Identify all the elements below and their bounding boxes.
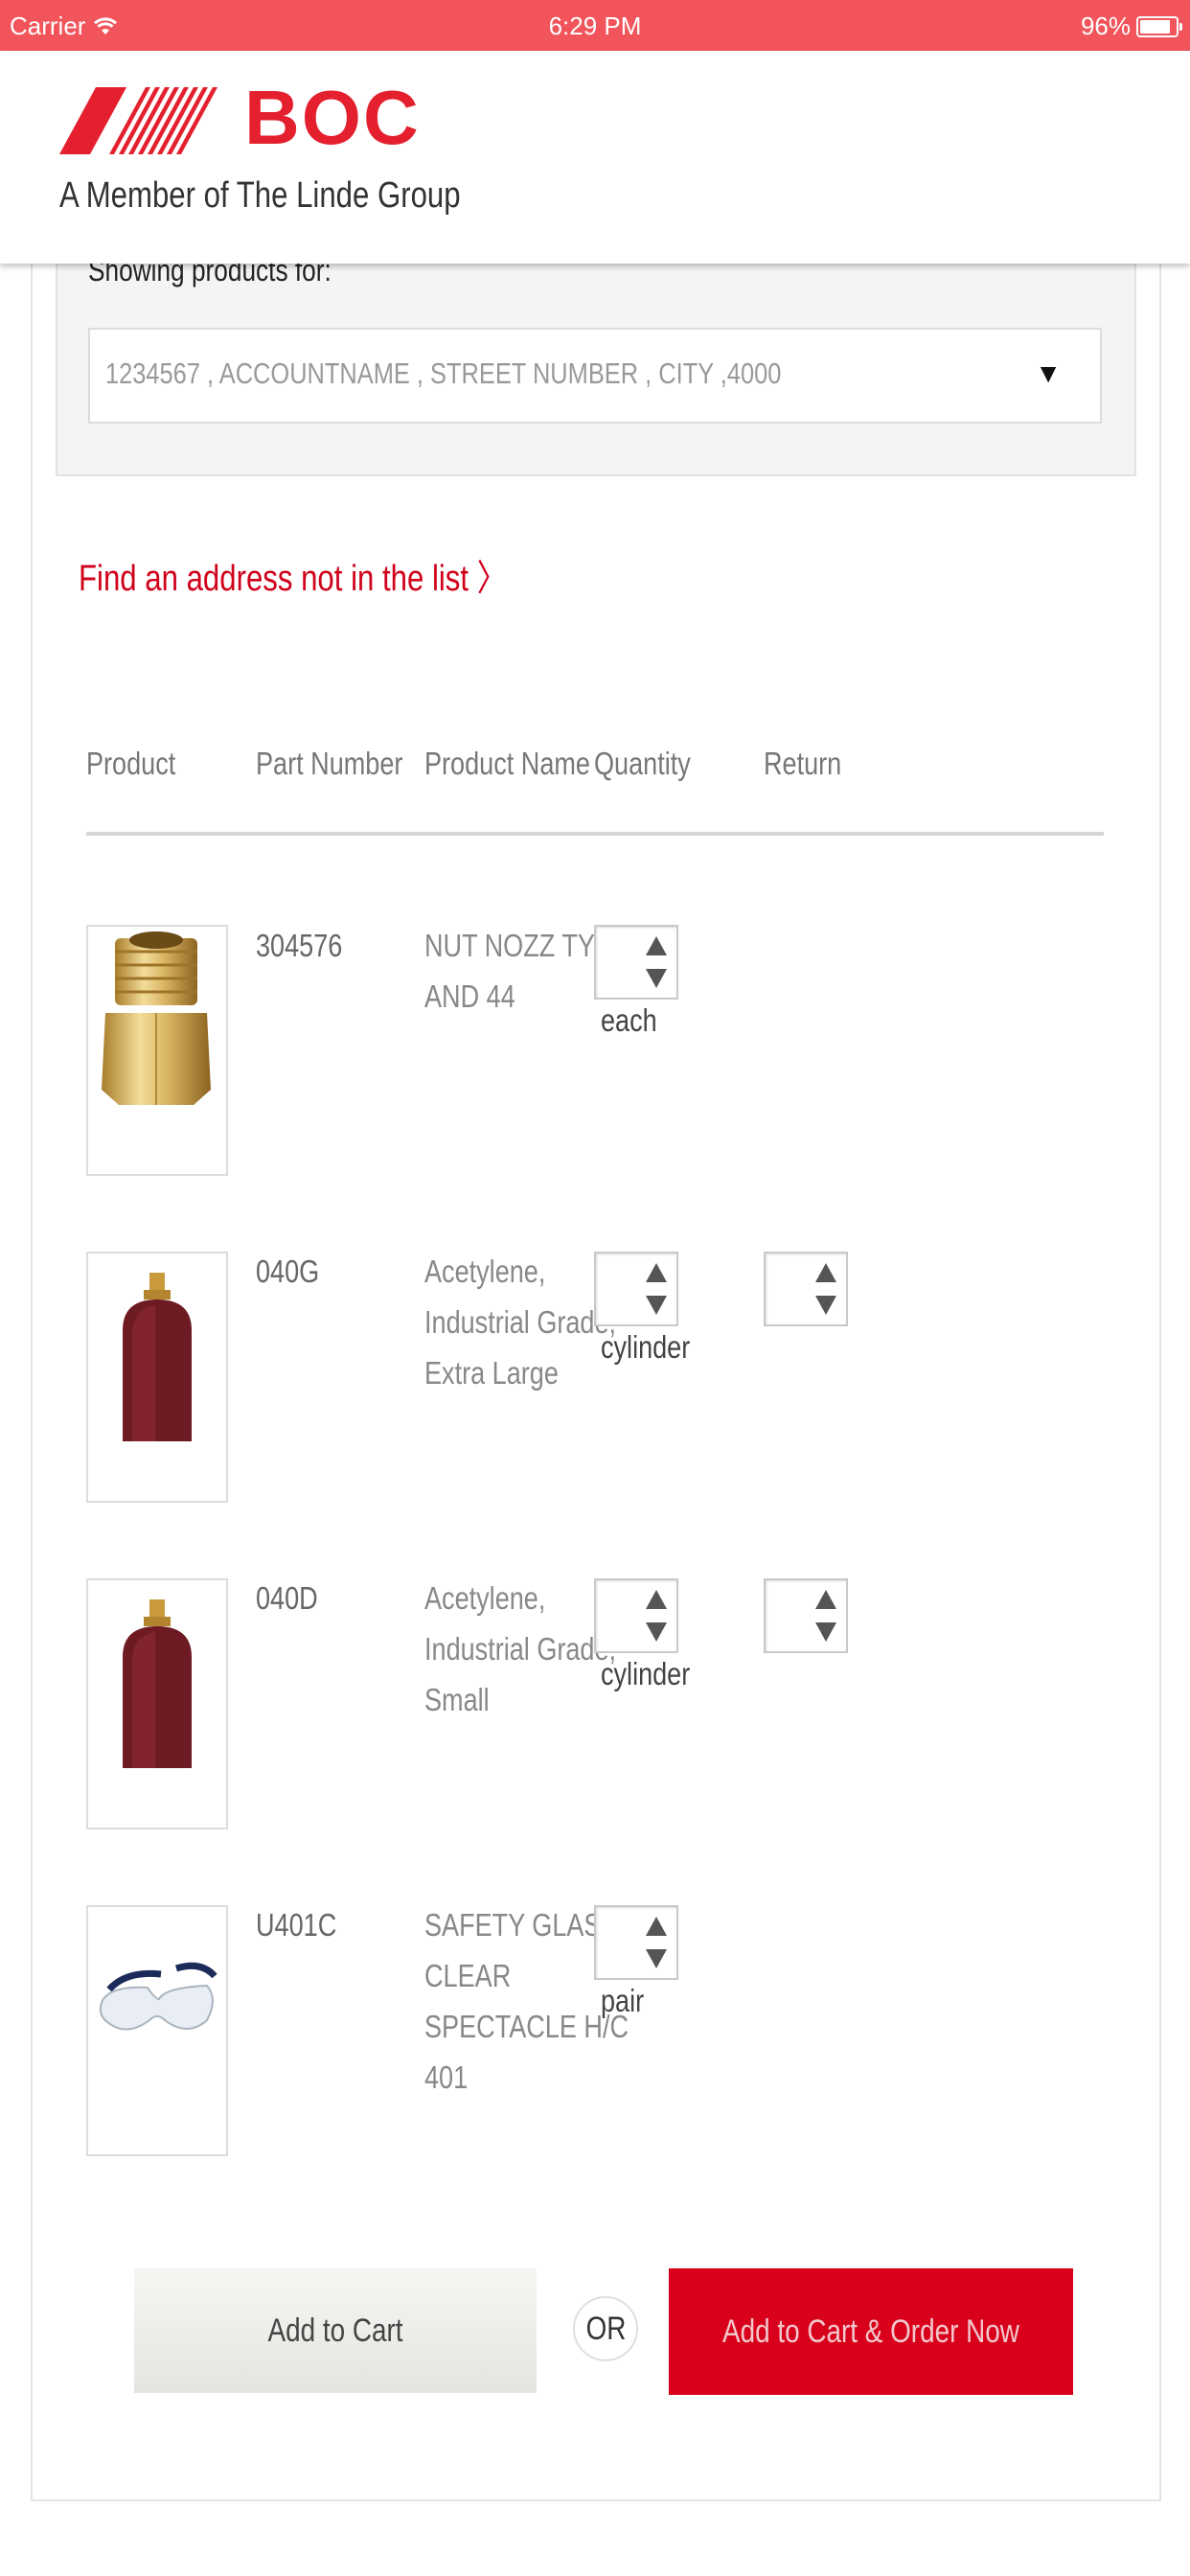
battery-percent: 96% bbox=[1080, 12, 1131, 40]
column-header-return: Return bbox=[764, 746, 842, 781]
quantity-unit: cylinder bbox=[601, 1329, 691, 1365]
product-name-line: SPECTACLE H/C bbox=[424, 2009, 629, 2044]
product-name-line: Extra Large bbox=[424, 1355, 559, 1391]
decrement-arrow-icon[interactable] bbox=[646, 969, 667, 988]
quantity-unit: cylinder bbox=[601, 1656, 691, 1691]
quantity-stepper[interactable] bbox=[594, 1252, 678, 1326]
part-number: 304576 bbox=[256, 928, 343, 963]
product-image-cylinder bbox=[86, 1252, 228, 1503]
battery-status: 96% bbox=[1080, 12, 1182, 41]
part-number: U401C bbox=[256, 1907, 337, 1943]
return-stepper[interactable] bbox=[764, 1252, 848, 1326]
status-bar: Carrier 6:29 PM 96% bbox=[0, 0, 1190, 51]
account-select-value: 1234567 , ACCOUNTNAME , STREET NUMBER , … bbox=[105, 356, 782, 390]
battery-icon bbox=[1136, 15, 1182, 37]
gas-cylinder-image bbox=[123, 1273, 192, 1441]
part-number: 040G bbox=[256, 1254, 320, 1289]
add-to-cart-button[interactable]: Add to Cart bbox=[134, 2268, 537, 2393]
product-name-line: SAFETY GLASSES bbox=[424, 1907, 653, 1943]
column-header-product-name: Product Name bbox=[424, 746, 590, 781]
column-header-quantity: Quantity bbox=[594, 746, 691, 781]
product-image-cylinder bbox=[86, 1578, 228, 1829]
increment-arrow-icon[interactable] bbox=[646, 1590, 667, 1609]
decrement-arrow-icon[interactable] bbox=[815, 1296, 836, 1315]
brass-nut-image bbox=[102, 932, 211, 1105]
or-label: OR bbox=[585, 2310, 626, 2347]
brand-logo-text: BOC bbox=[244, 75, 421, 160]
product-name-line: CLEAR bbox=[424, 1958, 512, 1993]
product-name: Acetylene, Industrial Grade, Extra Large bbox=[424, 1246, 617, 1398]
product-image-brass-nut bbox=[86, 925, 228, 1176]
quantity-unit: each bbox=[601, 1002, 657, 1038]
quantity-stepper[interactable] bbox=[594, 1905, 678, 1980]
product-name-line: NUT NOZZ TYP41 bbox=[424, 928, 642, 963]
app-header: BOC A Member of The Linde Group bbox=[0, 51, 1190, 264]
product-image-safety-glasses bbox=[86, 1905, 228, 2156]
gas-cylinder-image bbox=[123, 1599, 192, 1768]
decrement-arrow-icon[interactable] bbox=[646, 1949, 667, 1968]
increment-arrow-icon[interactable] bbox=[815, 1263, 836, 1282]
column-header-product: Product bbox=[86, 746, 176, 781]
return-stepper[interactable] bbox=[764, 1578, 848, 1653]
quantity-unit: pair bbox=[601, 1983, 645, 2018]
header-divider bbox=[86, 832, 1104, 836]
clock: 6:29 PM bbox=[548, 12, 642, 40]
quantity-stepper[interactable] bbox=[594, 925, 678, 1000]
product-name-line: AND 44 bbox=[424, 978, 515, 1014]
product-name-line: Small bbox=[424, 1682, 490, 1717]
quantity-stepper[interactable] bbox=[594, 1578, 678, 1653]
increment-arrow-icon[interactable] bbox=[646, 936, 667, 955]
decrement-arrow-icon[interactable] bbox=[815, 1622, 836, 1642]
add-to-cart-and-order-button[interactable]: Add to Cart & Order Now bbox=[669, 2268, 1073, 2395]
product-name-line: 401 bbox=[424, 2059, 469, 2095]
account-select[interactable]: 1234567 , ACCOUNTNAME , STREET NUMBER , … bbox=[88, 328, 1102, 424]
dropdown-arrow-icon: ▼ bbox=[1035, 358, 1062, 388]
product-name-line: Acetylene, bbox=[424, 1580, 546, 1616]
product-name: Acetylene, Industrial Grade, Small bbox=[424, 1573, 617, 1725]
add-to-cart-and-order-label: Add to Cart & Order Now bbox=[722, 2312, 1019, 2350]
add-to-cart-label: Add to Cart bbox=[267, 2312, 403, 2349]
column-header-part-number: Part Number bbox=[256, 746, 403, 781]
decrement-arrow-icon[interactable] bbox=[646, 1622, 667, 1642]
product-name: SAFETY GLASSES CLEAR SPECTACLE H/C 401 bbox=[424, 1899, 653, 2103]
increment-arrow-icon[interactable] bbox=[646, 1263, 667, 1282]
decrement-arrow-icon[interactable] bbox=[646, 1296, 667, 1315]
find-address-link[interactable]: Find an address not in the list 〉 bbox=[79, 548, 507, 601]
part-number: 040D bbox=[256, 1580, 318, 1616]
product-name-line: Acetylene, bbox=[424, 1254, 546, 1289]
safety-glasses-image bbox=[99, 1962, 217, 2031]
increment-arrow-icon[interactable] bbox=[646, 1917, 667, 1936]
product-name: NUT NOZZ TYP41 AND 44 bbox=[424, 920, 642, 1022]
brand-tagline: A Member of The Linde Group bbox=[59, 175, 461, 216]
or-separator: OR bbox=[573, 2296, 638, 2361]
increment-arrow-icon[interactable] bbox=[815, 1590, 836, 1609]
product-name-line: Industrial Grade, bbox=[424, 1304, 617, 1340]
product-name-line: Industrial Grade, bbox=[424, 1631, 617, 1667]
boc-logo-stripes-icon bbox=[59, 87, 217, 154]
